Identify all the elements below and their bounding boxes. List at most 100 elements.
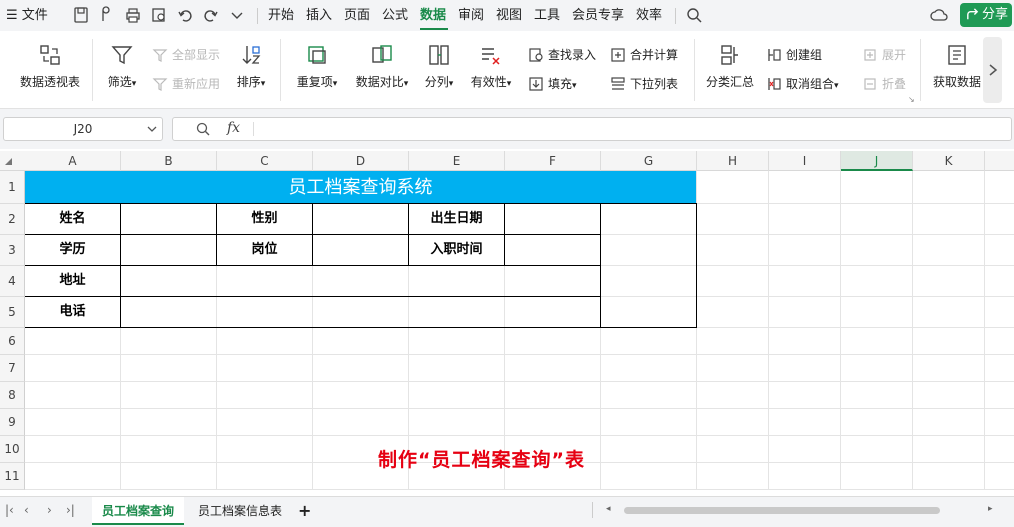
scroll-left-icon[interactable]: ◂ [606,504,611,514]
column-header-a[interactable]: A [25,151,121,171]
split-columns-button[interactable]: 分列▾ [420,43,458,90]
get-data-button[interactable]: 获取数据 [930,43,984,90]
ungroup-button[interactable]: 取消组合▾ [766,74,839,94]
menu-efficiency[interactable]: 效率 [636,0,662,31]
name-box[interactable]: J20 [3,117,163,141]
ribbon-scroll-right[interactable] [983,37,1002,103]
label-phone[interactable]: 电话 [25,297,120,327]
menu-start[interactable]: 开始 [268,0,294,31]
column-header-i[interactable]: I [769,151,841,171]
label-hire-date[interactable]: 入职时间 [409,235,504,265]
column-header-k[interactable]: K [913,151,985,171]
redo-icon[interactable] [202,6,220,24]
menu-insert[interactable]: 插入 [306,0,332,31]
file-menu-label: 文件 [21,8,48,23]
menu-member[interactable]: 会员专享 [572,0,624,31]
share-button[interactable]: 分享 [960,3,1012,27]
duplicates-label: 重复项 [296,75,333,89]
merge-calc-button[interactable]: 合并计算 [610,45,678,65]
row-header-7[interactable]: 7 [0,355,25,382]
compare-button[interactable]: 数据对比▾ [352,43,412,90]
filter-button[interactable]: 筛选▾ [102,43,142,90]
label-birth-date[interactable]: 出生日期 [409,204,504,234]
expand-button[interactable]: 展开 [862,45,906,65]
cloud-icon[interactable] [930,6,948,24]
fill-icon [529,77,543,91]
column-header-g[interactable]: G [601,151,697,171]
collapse-button[interactable]: 折叠 [862,74,906,94]
sheet-title-cell[interactable]: 员工档案查询系统 [25,171,696,204]
menu-view[interactable]: 视图 [496,0,522,31]
row-header-9[interactable]: 9 [0,409,25,436]
zoom-search-icon[interactable] [195,121,211,137]
row-header-2[interactable]: 2 [0,204,25,235]
corner-triangle-icon [5,158,12,165]
fx-icon[interactable]: fx [227,120,240,136]
dropdown-arrow-icon: ▾ [332,79,338,89]
column-header-d[interactable]: D [313,151,409,171]
gridline [25,354,1014,355]
add-sheet-button[interactable]: + [292,497,317,525]
lookup-entry-button[interactable]: 查找录入 [528,45,596,65]
label-name[interactable]: 姓名 [25,204,120,234]
menu-tools[interactable]: 工具 [534,0,560,31]
search-icon[interactable] [685,6,703,24]
column-header-b[interactable]: B [121,151,217,171]
label-education[interactable]: 学历 [25,235,120,265]
column-header-h[interactable]: H [697,151,769,171]
expand-label: 展开 [882,48,907,62]
file-menu[interactable]: ☰ 文件 [6,0,48,31]
print-preview-icon[interactable] [150,6,168,24]
select-all-corner[interactable] [0,151,25,171]
scroll-right-icon[interactable]: ▸ [988,504,993,514]
chevron-down-icon[interactable] [228,6,246,24]
row-header-5[interactable]: 5 [0,297,25,328]
print-icon[interactable] [124,6,142,24]
menu-formula[interactable]: 公式 [382,0,408,31]
reapply-button[interactable]: 重新应用 [152,74,220,94]
column-header-f[interactable]: F [505,151,601,171]
sort-button[interactable]: 排序▾ [232,43,270,90]
row-header-8[interactable]: 8 [0,382,25,409]
create-group-button[interactable]: 创建组 [766,45,822,65]
row-header-4[interactable]: 4 [0,266,25,297]
row-header-6[interactable]: 6 [0,328,25,355]
prev-sheet-icon[interactable]: ‹ [24,503,29,517]
fill-button[interactable]: 填充▾ [528,74,577,94]
undo-icon[interactable] [176,6,194,24]
column-header-e[interactable]: E [409,151,505,171]
row-header-1[interactable]: 1 [0,171,25,204]
horizontal-scrollbar-thumb[interactable] [624,507,940,514]
menu-page[interactable]: 页面 [344,0,370,31]
tab-employee-query[interactable]: 员工档案查询 [92,497,185,525]
gridline [984,171,985,489]
row-header-11[interactable]: 11 [0,463,25,490]
menu-review[interactable]: 审阅 [458,0,484,31]
pivot-table-button[interactable]: 数据透视表 [16,43,84,90]
column-header-c[interactable]: C [217,151,313,171]
table-border [312,203,313,266]
label-address[interactable]: 地址 [25,266,120,296]
instruction-note[interactable]: 制作“员工档案查询”表 [378,445,585,472]
next-sheet-icon[interactable]: › [47,503,52,517]
menu-data[interactable]: 数据 [420,0,446,31]
filter-label: 筛选 [107,75,132,89]
show-all-button[interactable]: 全部显示 [152,45,220,65]
tab-employee-info[interactable]: 员工档案信息表 [188,497,292,525]
formula-input[interactable]: fx [172,117,1012,141]
column-header-j[interactable]: J [841,151,913,171]
last-sheet-icon[interactable]: ›| [66,503,75,517]
label-position[interactable]: 岗位 [217,235,312,265]
label-gender[interactable]: 性别 [217,204,312,234]
first-sheet-icon[interactable]: |‹ [5,503,14,517]
export-pdf-icon[interactable] [98,6,116,24]
dropdown-list-button[interactable]: 下拉列表 [610,74,678,94]
validity-button[interactable]: 有效性▾ [466,43,516,90]
duplicates-button[interactable]: 重复项▾ [292,43,342,90]
row-header-3[interactable]: 3 [0,235,25,266]
row-header-10[interactable]: 10 [0,436,25,463]
dialog-launcher-icon[interactable]: ↘ [908,95,915,104]
show-all-filter-icon [152,49,168,62]
subtotal-button[interactable]: 分类汇总 [704,43,756,90]
save-icon[interactable] [72,6,90,24]
